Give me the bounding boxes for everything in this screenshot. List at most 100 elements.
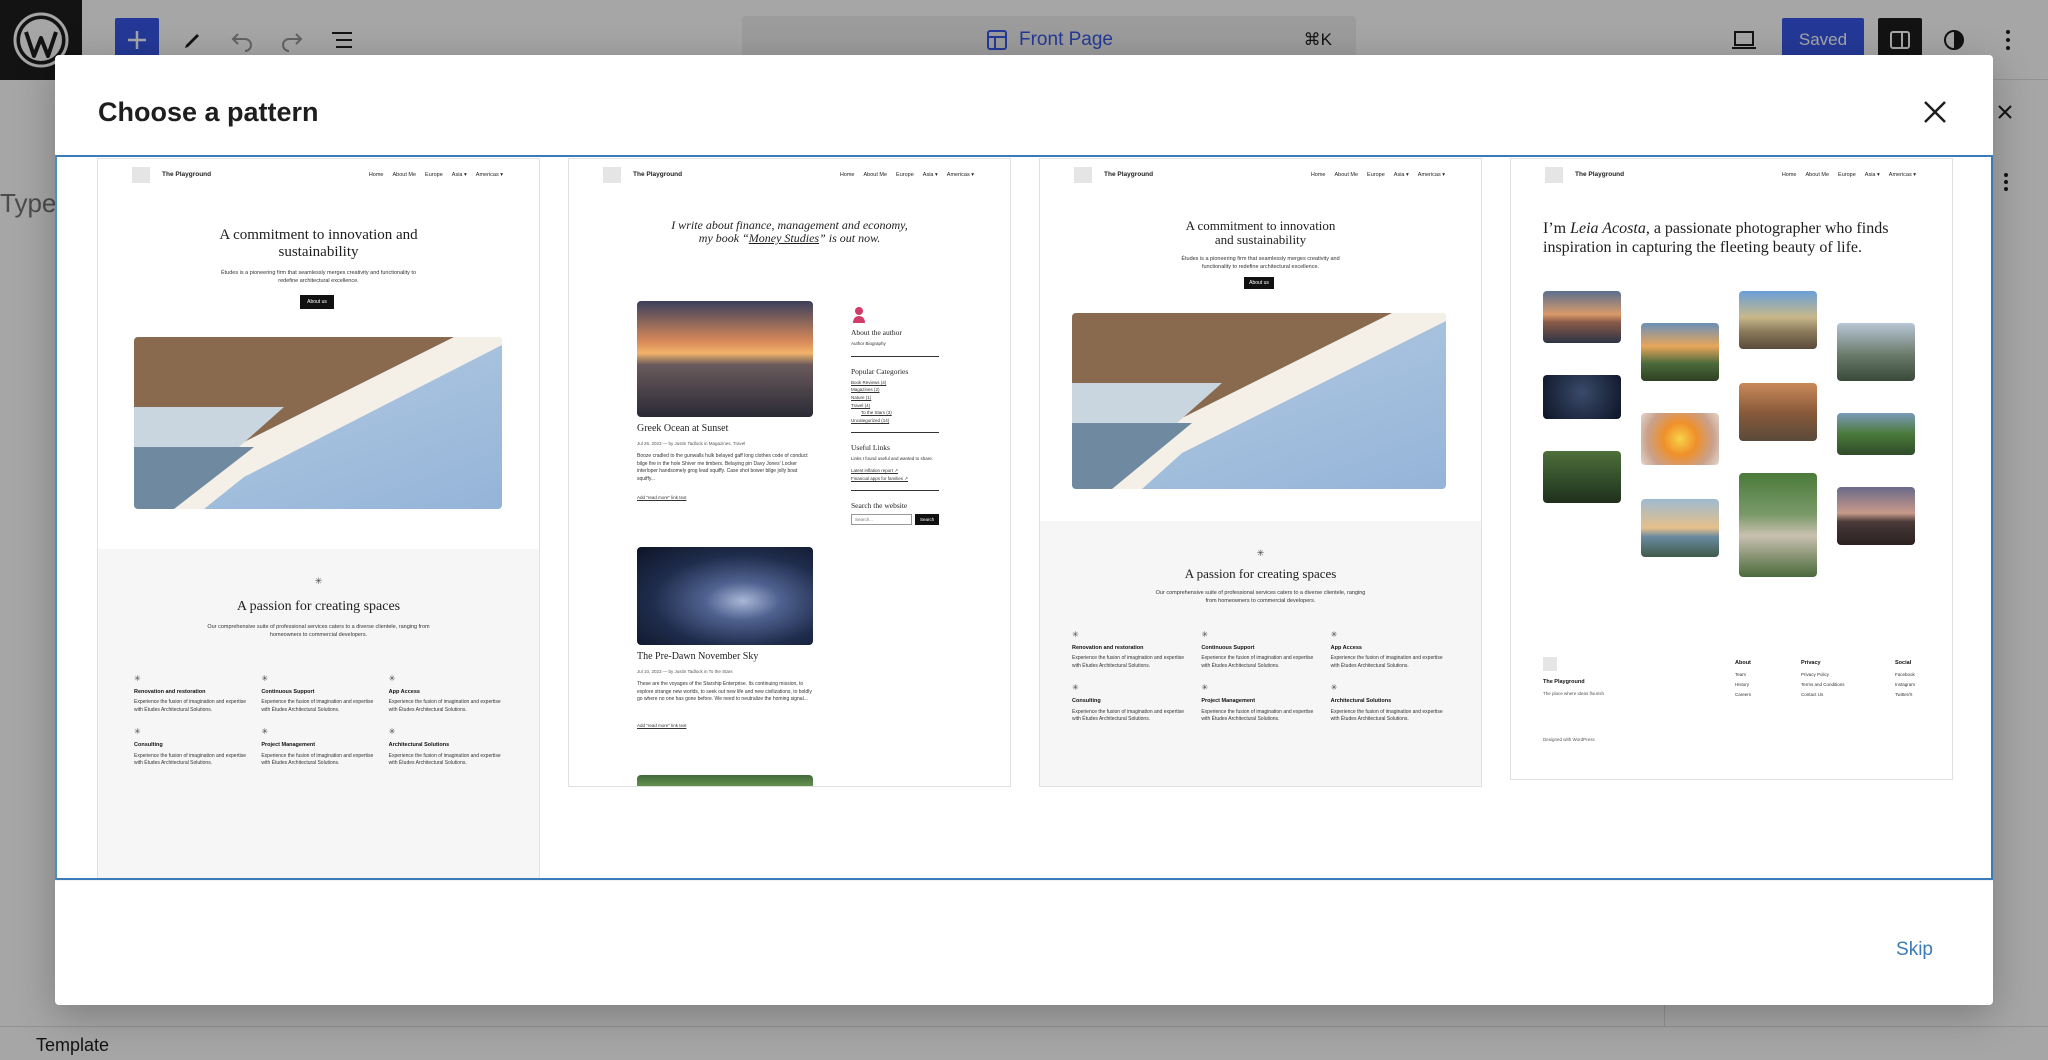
star-icon: ✳	[1330, 630, 1338, 639]
footer-link: Facebook	[1895, 671, 1915, 677]
site-title: The Playground	[1104, 171, 1154, 178]
footer-link: Terms and Conditions	[1801, 681, 1845, 687]
pattern-card-business[interactable]: The Playground Home About Me Europe Asia…	[98, 159, 539, 878]
post-excerpt: Booze cradled to the gunwalls hulk belay…	[637, 453, 808, 482]
search-input: Search...	[851, 514, 913, 526]
nav-item: Asia ▾	[1393, 172, 1409, 178]
star-icon: ✳	[261, 674, 269, 683]
footer-link: Team	[1735, 671, 1747, 677]
site-logo	[132, 167, 150, 183]
category-item: Nature (1)	[851, 394, 872, 400]
gallery-photo	[1739, 383, 1817, 441]
category-item: Book Reviews (4)	[851, 379, 887, 385]
building-image	[1072, 313, 1446, 489]
gallery-photo	[1641, 499, 1719, 557]
intro-line: my book “Money Studies” is out now.	[569, 232, 1010, 245]
hero-heading: A commitment to innovation and sustainab…	[1040, 218, 1481, 248]
service-title: Project Management	[1201, 698, 1256, 705]
footer-column: Privacy Privacy Policy Terms and Conditi…	[1801, 657, 1845, 701]
close-icon	[1924, 101, 1946, 123]
service-text: Experience the fusion of imagination and…	[1072, 655, 1185, 669]
photographer-name: Leia Acosta	[1570, 220, 1646, 237]
nav-item: Europe	[1367, 172, 1385, 178]
post-image-night-sky	[637, 547, 813, 645]
pattern-header: The Playground Home About Me Europe Asia…	[1040, 159, 1481, 189]
post-excerpt: These are the voyages of the Starship En…	[637, 681, 812, 702]
modal-footer: Skip	[55, 880, 1993, 1005]
intro-heading: I write about finance, management and ec…	[569, 218, 1010, 245]
services-section: ✳ A passion for creating spaces Our comp…	[1040, 521, 1481, 786]
gallery-photo	[1837, 487, 1915, 545]
skip-button[interactable]: Skip	[1896, 939, 1933, 961]
pattern-card-blog[interactable]: The Playground Home About Me Europe Asia…	[569, 159, 1010, 786]
nav-item: About Me	[863, 172, 888, 178]
building-image	[134, 337, 502, 509]
site-logo	[603, 167, 621, 183]
footer-credit: Designed with WordPress	[1543, 737, 1595, 742]
pattern-card-photography[interactable]: The Playground Home About Me Europe Asia…	[1511, 159, 1952, 779]
nav-item: Home	[1781, 172, 1797, 178]
service-title: Consulting	[1072, 698, 1101, 705]
star-icon: ✳	[1072, 630, 1079, 639]
service-text: Experience the fusion of imagination and…	[261, 752, 374, 767]
book-link: Money Studies	[748, 231, 820, 246]
nav-item: Europe	[425, 172, 443, 178]
pattern-header: The Playground Home About Me Europe Asia…	[1511, 159, 1952, 189]
nav-item: About Me	[1334, 172, 1359, 178]
nav-item: Home	[1310, 172, 1326, 178]
footer-logo	[1543, 657, 1557, 671]
footer-link: Careers	[1735, 692, 1752, 698]
modal-header: Choose a pattern	[55, 55, 1993, 155]
gallery-photo	[1543, 291, 1621, 343]
nav-item: Americas ▾	[475, 172, 503, 178]
gallery-photo	[1641, 323, 1719, 381]
service-text: Experience the fusion of imagination and…	[1330, 655, 1443, 669]
nav-item: Americas ▾	[1417, 172, 1445, 178]
footer-column-heading: About	[1735, 660, 1751, 666]
service-text: Experience the fusion of imagination and…	[134, 752, 247, 767]
category-item: Uncategorized (14)	[851, 417, 890, 423]
sidebar-heading: About the author	[851, 328, 902, 337]
heading-line: A commitment to innovation	[1185, 218, 1336, 233]
divider	[851, 490, 939, 492]
hero-text: Études is a pioneering firm that seamles…	[1181, 256, 1340, 271]
footer-link: Twitter/X	[1895, 692, 1913, 698]
nav-item: Europe	[1838, 172, 1856, 178]
hero-text: Études is a pioneering firm that seamles…	[220, 270, 417, 285]
service-item: ✳ Continuous Support Experience the fusion…	[261, 673, 376, 714]
site-navigation: Home About Me Europe Asia ▾ Americas ▾	[840, 172, 974, 178]
service-title: Renovation and restoration	[1072, 645, 1144, 651]
search-form: Search... Search	[851, 514, 939, 526]
category-list: Book Reviews (4) Magazines (2) Nature (1…	[851, 379, 939, 425]
gallery-photo	[1739, 473, 1817, 577]
category-item: Travel (4)	[851, 402, 871, 408]
star-icon: ✳	[388, 674, 396, 683]
divider	[851, 432, 939, 434]
service-text: Experience the fusion of imagination and…	[388, 699, 501, 713]
service-item: ✳ Architectural Solutions Experience the f…	[389, 726, 504, 767]
heading-line: and sustainability	[1214, 232, 1307, 248]
service-title: App Access	[388, 689, 420, 695]
intro-heading: I’m Leia Acosta, a passionate photograph…	[1543, 219, 1923, 257]
choose-pattern-modal: Choose a pattern The Playground Home Abo…	[55, 55, 1993, 1005]
about-us-button: About us	[1244, 277, 1274, 289]
close-button[interactable]	[1919, 96, 1951, 128]
section-text: Our comprehensive suite of professional …	[207, 624, 430, 639]
footer-column-heading: Privacy	[1801, 660, 1821, 666]
post-image-forest	[637, 775, 813, 786]
service-item: ✳ Architectural Solutions Experience the f…	[1331, 682, 1448, 723]
footer-column-heading: Social	[1895, 660, 1912, 666]
service-item: ✳ App Access Experience the fusion of imag…	[1331, 629, 1448, 670]
star-icon: ✳	[388, 727, 396, 737]
section-heading: A passion for creating spaces	[236, 599, 401, 614]
pattern-card-architecture[interactable]: The Playground Home About Me Europe Asia…	[1040, 159, 1481, 786]
service-item: ✳ App Access Experience the fusion of imag…	[389, 673, 504, 714]
nav-item: About Me	[1805, 172, 1830, 178]
site-navigation: Home About Me Europe Asia ▾ Americas ▾	[369, 172, 503, 178]
star-icon: ✳	[134, 727, 141, 737]
post-image-sunset	[637, 301, 813, 417]
site-title: The Playground	[1575, 171, 1625, 178]
nav-item: Americas ▾	[1888, 172, 1916, 178]
divider	[851, 355, 939, 357]
service-title: Architectural Solutions	[388, 742, 450, 749]
